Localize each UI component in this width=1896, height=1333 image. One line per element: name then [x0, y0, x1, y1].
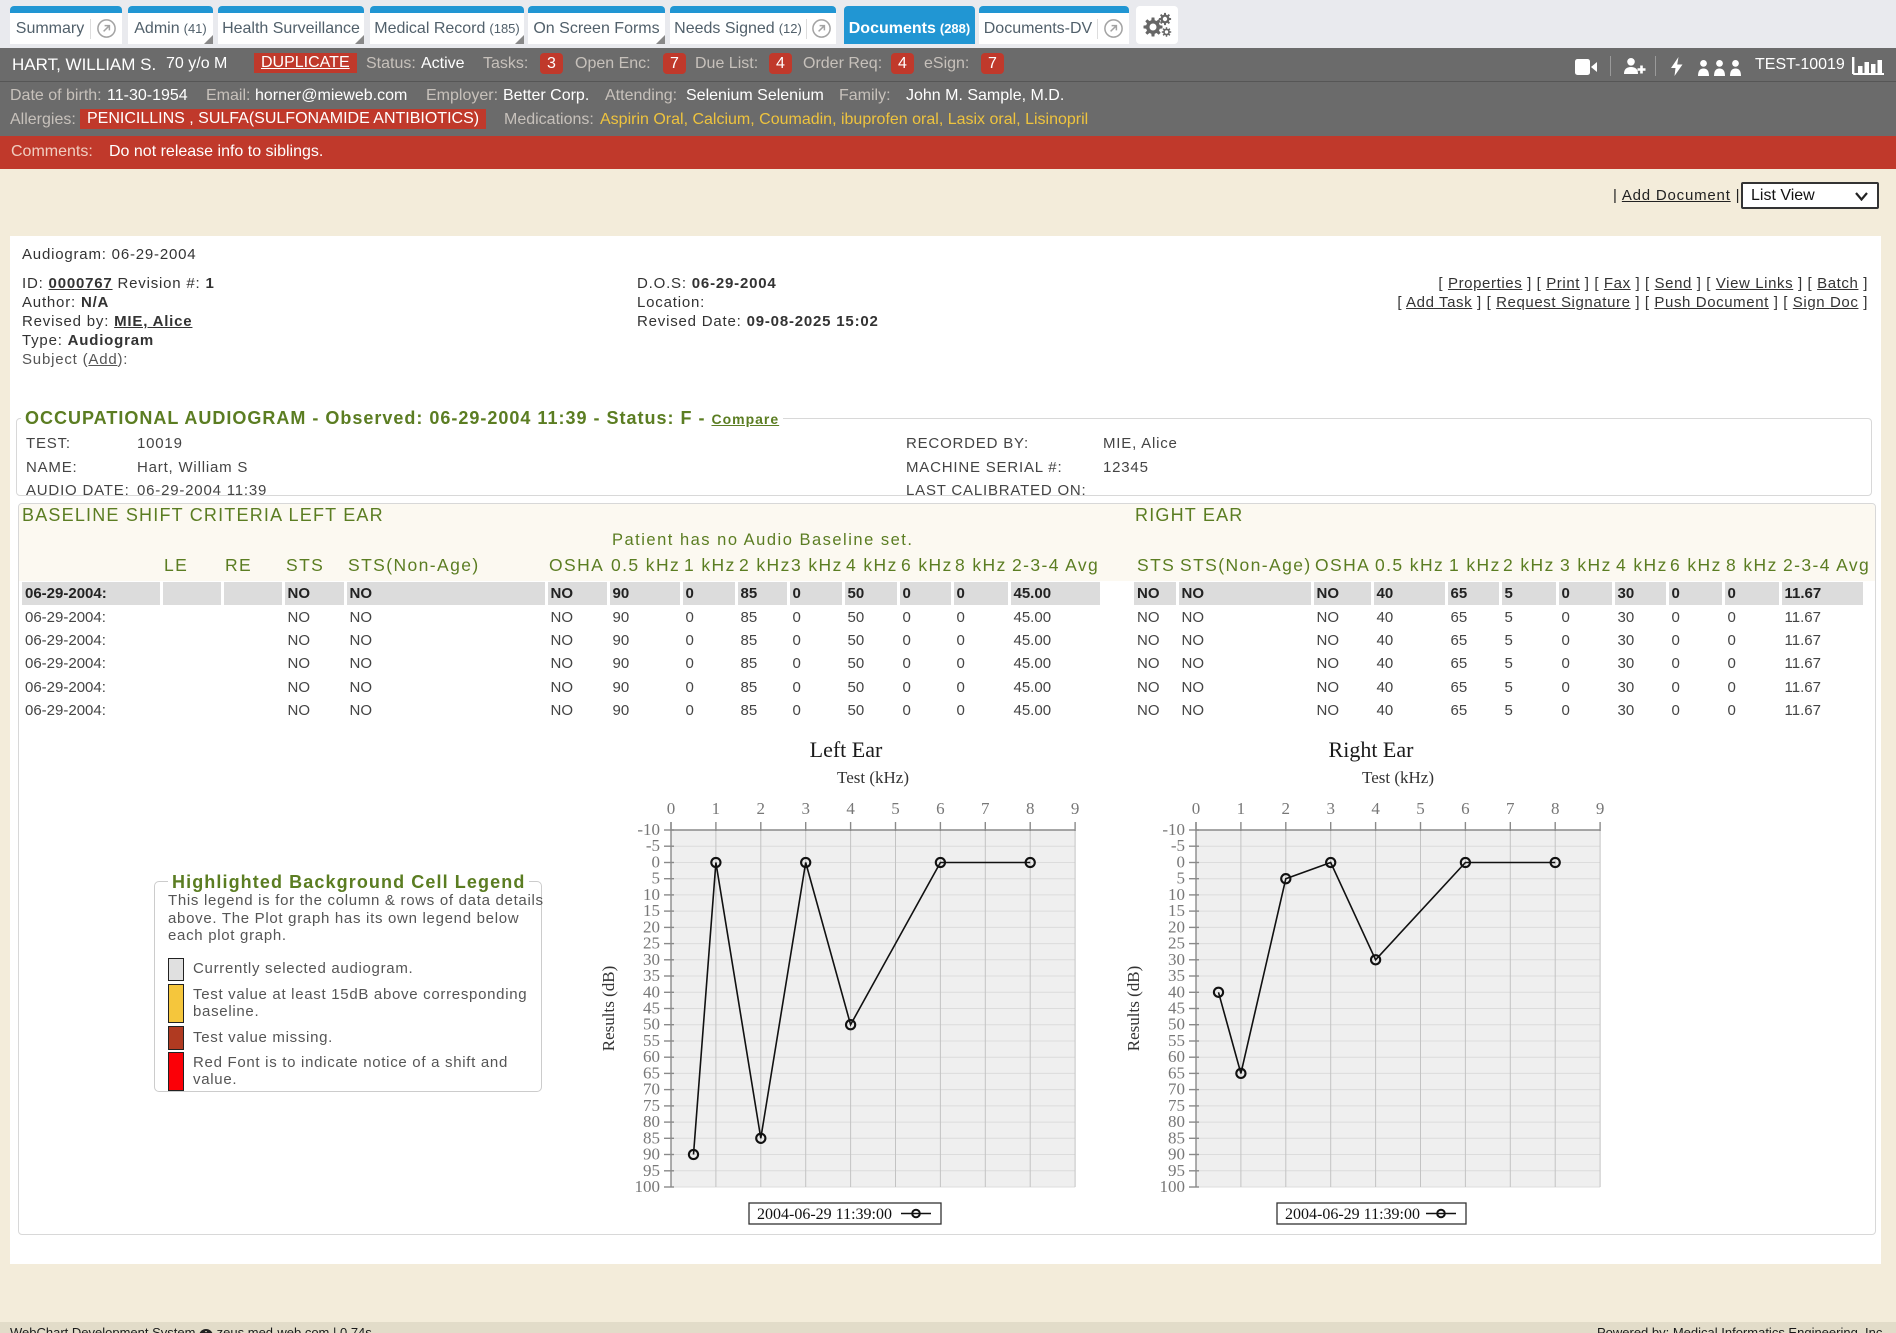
svg-text:Left Ear: Left Ear	[810, 740, 883, 762]
svg-text:Results (dB): Results (dB)	[1124, 966, 1143, 1051]
svg-text:8: 8	[1026, 799, 1035, 818]
svg-text:Test (kHz): Test (kHz)	[837, 768, 909, 787]
svg-text:7: 7	[1506, 799, 1515, 818]
svg-text:3: 3	[1326, 799, 1335, 818]
svg-text:3: 3	[801, 799, 810, 818]
svg-text:2004-06-29 11:39:00: 2004-06-29 11:39:00	[1285, 1206, 1420, 1223]
svg-text:5: 5	[891, 799, 900, 818]
svg-text:4: 4	[846, 799, 855, 818]
svg-text:7: 7	[981, 799, 990, 818]
svg-text:100: 100	[1160, 1177, 1186, 1196]
svg-text:2: 2	[1282, 799, 1291, 818]
svg-text:2: 2	[757, 799, 766, 818]
svg-text:5: 5	[1416, 799, 1425, 818]
svg-text:8: 8	[1551, 799, 1560, 818]
svg-text:Results (dB): Results (dB)	[599, 966, 618, 1051]
svg-text:9: 9	[1596, 799, 1605, 818]
svg-text:6: 6	[1461, 799, 1470, 818]
svg-text:4: 4	[1371, 799, 1380, 818]
svg-text:1: 1	[1237, 799, 1246, 818]
svg-text:0: 0	[1192, 799, 1201, 818]
svg-text:6: 6	[936, 799, 945, 818]
svg-text:100: 100	[635, 1177, 661, 1196]
svg-text:1: 1	[712, 799, 721, 818]
svg-text:Right Ear: Right Ear	[1329, 740, 1415, 762]
svg-text:9: 9	[1071, 799, 1080, 818]
svg-text:Test (kHz): Test (kHz)	[1362, 768, 1434, 787]
svg-text:2004-06-29 11:39:00: 2004-06-29 11:39:00	[757, 1206, 892, 1223]
svg-text:0: 0	[667, 799, 676, 818]
